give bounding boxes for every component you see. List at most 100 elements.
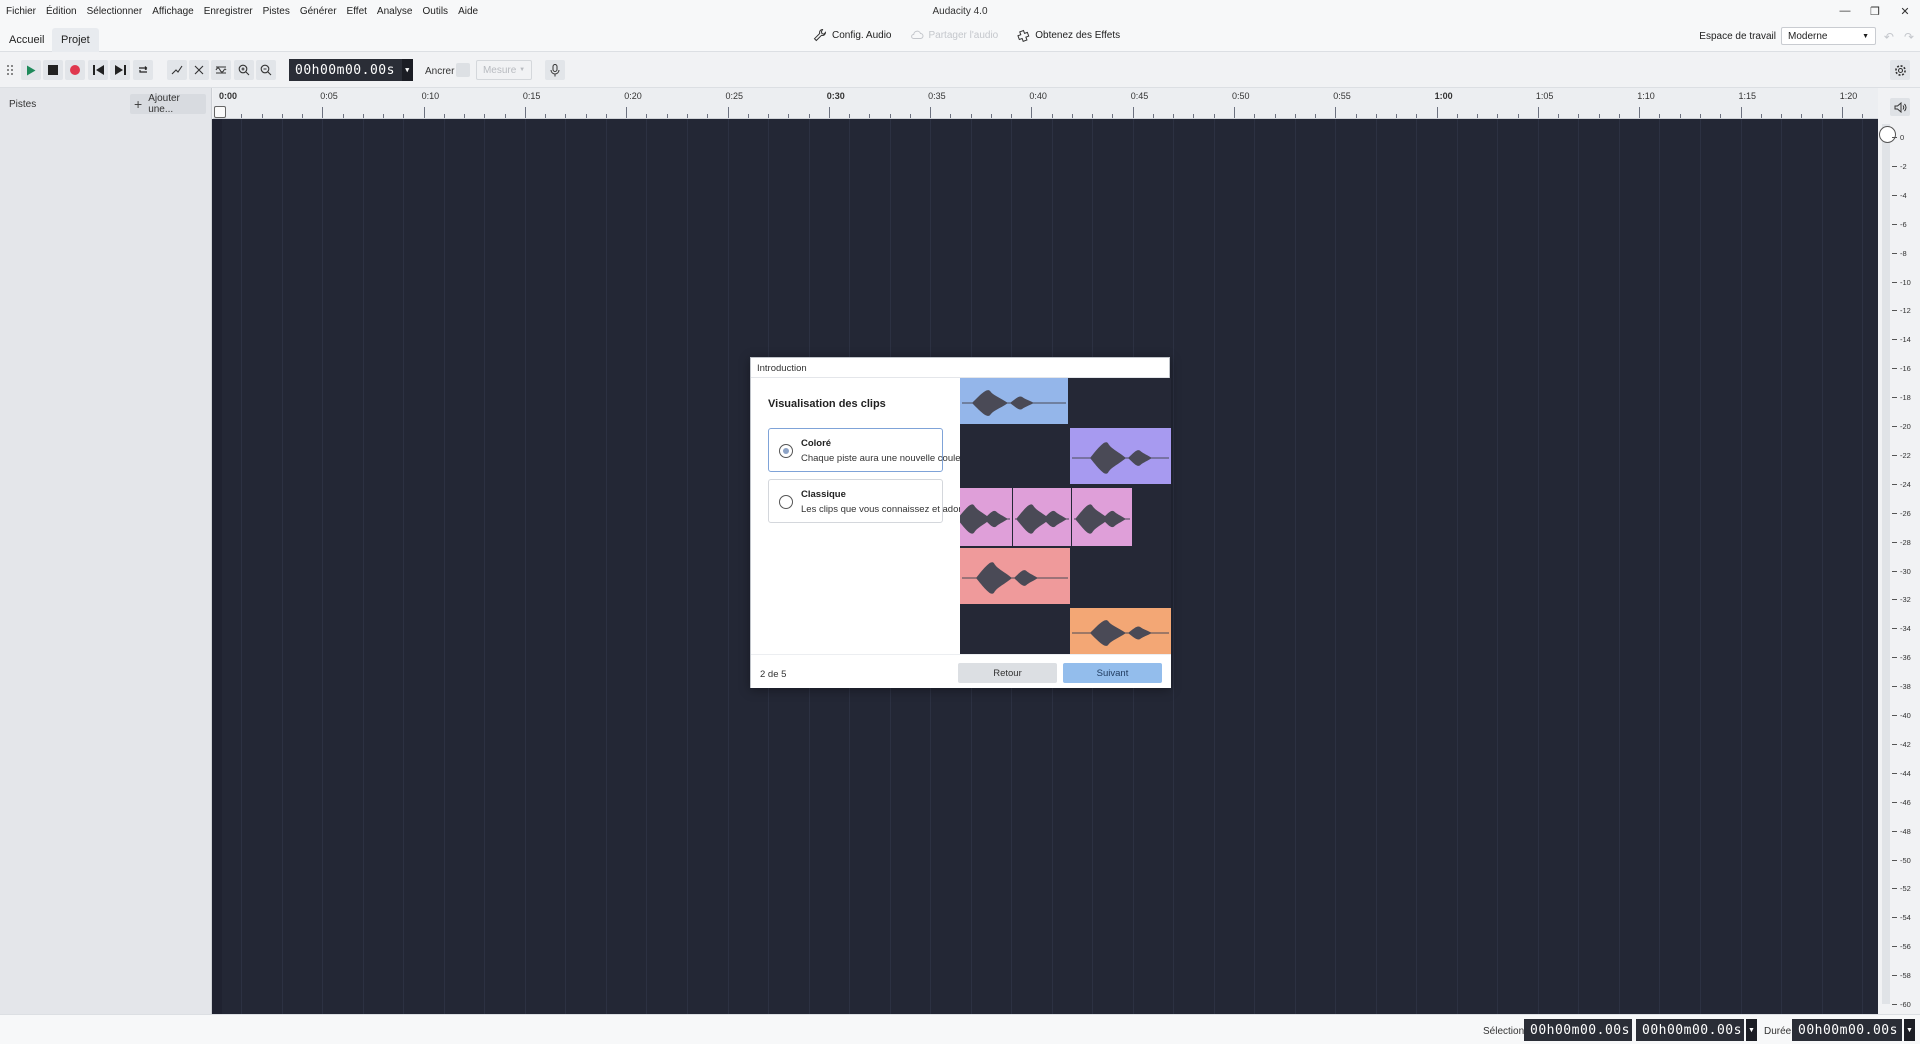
- grid-line: [1375, 119, 1377, 1014]
- redo-icon[interactable]: ↷: [1904, 30, 1914, 44]
- drag-handle-icon[interactable]: [2, 60, 18, 80]
- center-tools: Config. Audio Partager l'audio Obtenez d…: [813, 28, 1138, 42]
- play-button[interactable]: [21, 60, 41, 80]
- ruler-tick: [261, 114, 263, 118]
- skip-to-end-button[interactable]: [110, 60, 130, 80]
- settings-button[interactable]: [1890, 60, 1910, 80]
- snap-checkbox[interactable]: [456, 63, 470, 77]
- option-colored[interactable]: Coloré Chaque piste aura une nouvelle co…: [768, 428, 969, 472]
- snap-label: Ancrer: [425, 66, 455, 77]
- waveform-icon: [215, 66, 227, 74]
- time-display[interactable]: 00h00m00.00s ▼: [289, 59, 413, 81]
- menu-help[interactable]: Aide: [458, 6, 485, 17]
- ruler-label: 1:10: [1637, 91, 1655, 101]
- menu-edit[interactable]: Édition: [46, 6, 84, 17]
- meter-tick: [1892, 628, 1897, 630]
- selection-end-value: 00h00m00.00s: [1642, 1022, 1742, 1038]
- playhead-handle[interactable]: [214, 106, 226, 118]
- ruler-tick: [970, 114, 972, 118]
- meter-tick: [1892, 339, 1897, 341]
- ruler-tick: [1051, 114, 1053, 118]
- undo-icon[interactable]: ↶: [1884, 30, 1894, 44]
- minimize-icon[interactable]: —: [1830, 0, 1860, 22]
- ruler-tick: [1517, 114, 1519, 118]
- meter-scale-label: -18: [1900, 393, 1911, 403]
- radio-colored[interactable]: [779, 444, 793, 458]
- ruler-tick: [322, 107, 324, 118]
- dialog-heading: Visualisation des clips: [768, 398, 886, 410]
- menu-view[interactable]: Affichage: [152, 6, 201, 17]
- tab-home[interactable]: Accueil: [0, 28, 53, 52]
- meter-tick: [1892, 686, 1897, 688]
- microphone-button[interactable]: [545, 60, 565, 80]
- menu-generate[interactable]: Générer: [300, 6, 344, 17]
- skip-to-start-button[interactable]: [88, 60, 108, 80]
- ruler-tick: [1396, 114, 1398, 118]
- share-audio-label: Partager l'audio: [928, 29, 999, 41]
- timeline-ruler[interactable]: 0:00 0:05 0:10 0:15 0:20 0:25 0:30 0:35 0:40 0:45…: [213, 88, 1878, 119]
- selection-format-dropdown[interactable]: ▼: [1746, 1019, 1757, 1041]
- selection-end-display[interactable]: 00h00m00.00s: [1636, 1019, 1744, 1041]
- audio-config-label: Config. Audio: [832, 29, 892, 41]
- waveform-graphic: [962, 390, 1066, 416]
- loop-button[interactable]: [133, 60, 153, 80]
- add-track-button[interactable]: + Ajouter une...: [130, 93, 206, 115]
- intro-dialog: Introduction Visualisation des clips Col…: [750, 357, 1171, 688]
- meter-tick: [1892, 454, 1897, 456]
- ruler-tick: [909, 114, 911, 118]
- ruler-label: 1:15: [1738, 91, 1757, 101]
- grid-line: [1821, 119, 1823, 1014]
- tab-project[interactable]: Projet: [52, 28, 99, 52]
- back-button[interactable]: Retour: [958, 663, 1057, 683]
- menu-effect[interactable]: Effet: [347, 6, 374, 17]
- preview-clip: [1013, 488, 1071, 546]
- volume-slider-knob[interactable]: [1879, 126, 1896, 143]
- silence-tool-button[interactable]: [211, 60, 231, 80]
- meter-scale-label: -36: [1900, 653, 1911, 663]
- ruler-label: 0:00: [219, 91, 238, 101]
- zoom-in-button[interactable]: [234, 60, 254, 80]
- ruler-tick: [1578, 114, 1580, 118]
- workspace-dropdown[interactable]: Moderne ▼: [1781, 27, 1876, 45]
- add-track-label: Ajouter une...: [148, 93, 180, 115]
- duration-display[interactable]: 00h00m00.00s: [1792, 1019, 1902, 1041]
- meter-scale-label: -26: [1900, 508, 1911, 518]
- menu-tracks[interactable]: Pistes: [263, 6, 297, 17]
- ruler-tick: [1477, 114, 1479, 118]
- stop-button[interactable]: [43, 60, 63, 80]
- radio-classic[interactable]: [779, 495, 793, 509]
- zoom-out-button[interactable]: [256, 60, 276, 80]
- measure-dropdown[interactable]: Mesure ▼: [476, 60, 532, 80]
- ruler-tick: [849, 114, 851, 118]
- menu-select[interactable]: Sélectionner: [87, 6, 150, 17]
- chevron-down-icon: ▼: [519, 67, 526, 73]
- restore-icon[interactable]: ❐: [1860, 0, 1890, 22]
- meter-tick: [1892, 541, 1897, 543]
- option-classic[interactable]: Classique Les clips que vous connaissez …: [768, 479, 972, 523]
- multi-tool-button[interactable]: [189, 60, 209, 80]
- ruler-tick: [1781, 114, 1783, 118]
- get-effects-button[interactable]: Obtenez des Effets: [1016, 28, 1120, 42]
- ruler-tick: [524, 107, 526, 118]
- time-format-dropdown[interactable]: ▼: [402, 59, 413, 81]
- meter-scale-label: -14: [1900, 335, 1911, 345]
- menu-tools[interactable]: Outils: [423, 6, 456, 17]
- envelope-tool-button[interactable]: [167, 60, 187, 80]
- close-icon[interactable]: ✕: [1890, 0, 1920, 22]
- selection-start-display[interactable]: 00h00m00.00s: [1524, 1019, 1632, 1041]
- menu-file[interactable]: Fichier: [6, 6, 43, 17]
- grid-line: [686, 119, 688, 1014]
- menu-record[interactable]: Enregistrer: [204, 6, 260, 17]
- share-audio-button[interactable]: Partager l'audio: [910, 28, 999, 42]
- tracks-panel: Pistes + Ajouter une...: [0, 88, 212, 1014]
- waveform-graphic: [1072, 442, 1169, 474]
- duration-format-dropdown[interactable]: ▼: [1904, 1019, 1915, 1041]
- grid-line: [1578, 119, 1580, 1014]
- meter-scale-label: -38: [1900, 682, 1911, 692]
- next-button[interactable]: Suivant: [1063, 663, 1162, 683]
- volume-button[interactable]: [1890, 98, 1910, 116]
- audio-config-button[interactable]: Config. Audio: [813, 28, 892, 42]
- menu-analyze[interactable]: Analyse: [377, 6, 420, 17]
- record-button[interactable]: [65, 60, 85, 80]
- ruler-label: 0:45: [1130, 91, 1149, 101]
